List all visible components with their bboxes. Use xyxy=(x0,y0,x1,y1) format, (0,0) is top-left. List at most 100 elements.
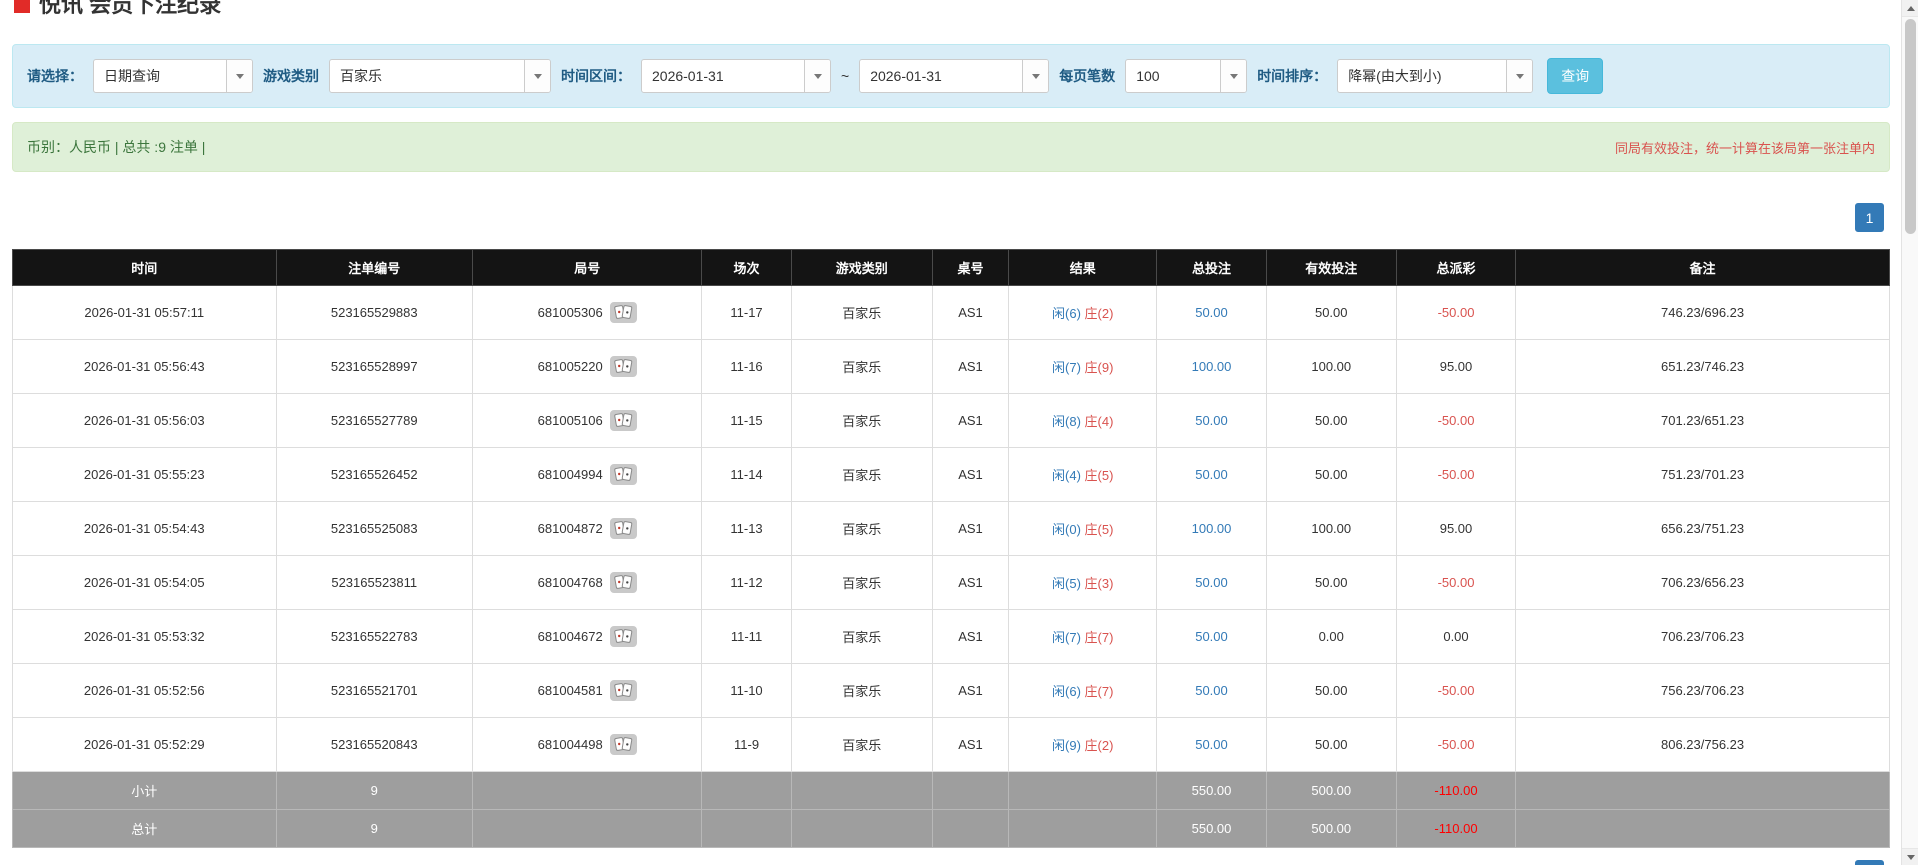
cell-table-no: AS1 xyxy=(931,285,1010,340)
cell-result: 闲(9) 庄(2) xyxy=(1008,717,1158,772)
cell-total-bet[interactable]: 50.00 xyxy=(1156,285,1267,340)
pagination-page-1[interactable]: 1 xyxy=(1855,860,1884,865)
cell-valid-bet: 0.00 xyxy=(1265,609,1397,664)
query-type-value: 日期查询 xyxy=(104,68,160,84)
cell-bet-id: 523165523811 xyxy=(275,555,473,610)
table-row: 2026-01-31 05:55:23 523165526452 681004994… xyxy=(12,447,1890,502)
cell-payout: -50.00 xyxy=(1395,447,1517,502)
result-banker: 庄(5) xyxy=(1084,468,1114,483)
chevron-down-icon xyxy=(1506,60,1533,92)
query-type-label: 请选择： xyxy=(27,68,83,84)
cell-total-bet[interactable]: 100.00 xyxy=(1156,501,1267,556)
footer-cell: 500.00 xyxy=(1265,809,1397,848)
cell-session: 11-16 xyxy=(701,339,792,394)
cell-total-bet[interactable]: 50.00 xyxy=(1156,393,1267,448)
round-number: 681005306 xyxy=(537,305,603,320)
cell-valid-bet: 50.00 xyxy=(1265,447,1397,502)
chevron-down-icon xyxy=(804,60,830,92)
game-type-value: 百家乐 xyxy=(340,68,382,84)
column-header-total-bet: 总投注 xyxy=(1156,249,1267,286)
date-to-select[interactable]: 2026-01-31 xyxy=(859,59,1050,93)
column-header-note: 备注 xyxy=(1515,249,1890,286)
cell-table-no: AS1 xyxy=(931,609,1010,664)
cell-total-bet[interactable]: 100.00 xyxy=(1156,339,1267,394)
summary-notice: 同局有效投注，统一计算在该局第一张注单内 xyxy=(1614,140,1875,156)
footer-cell: 500.00 xyxy=(1265,771,1397,810)
cell-total-bet[interactable]: 50.00 xyxy=(1156,609,1267,664)
time-sort-select[interactable]: 降幂(由大到小) xyxy=(1337,59,1534,93)
cards-graphic xyxy=(613,305,632,319)
bet-table-body: 2026-01-31 05:57:11 523165529883 681005306… xyxy=(12,285,1890,772)
column-header-time: 时间 xyxy=(12,249,277,286)
cell-note: 651.23/746.23 xyxy=(1515,339,1890,394)
cell-payout: 95.00 xyxy=(1395,339,1517,394)
column-header-payout: 总派彩 xyxy=(1395,249,1517,286)
game-type-select[interactable]: 百家乐 xyxy=(329,59,551,93)
cell-time: 2026-01-31 05:56:03 xyxy=(12,393,277,448)
table-row: 2026-01-31 05:54:05 523165523811 681004768… xyxy=(12,555,1890,610)
cell-total-bet[interactable]: 50.00 xyxy=(1156,717,1267,772)
cell-table-no: AS1 xyxy=(931,555,1010,610)
summary-bar: 币别：人民币 | 总共 :9 注单 | 同局有效投注，统一计算在该局第一张注单内 xyxy=(12,122,1890,172)
view-cards-icon[interactable] xyxy=(609,734,637,755)
footer-cell xyxy=(701,771,792,810)
cell-total-bet[interactable]: 50.00 xyxy=(1156,555,1267,610)
scrollbar-thumb[interactable] xyxy=(1905,19,1916,234)
footer-cell xyxy=(790,771,933,810)
cell-result: 闲(8) 庄(4) xyxy=(1008,393,1158,448)
cell-game-type: 百家乐 xyxy=(790,717,933,772)
cell-round-id: 681004498 xyxy=(471,717,703,772)
query-type-select[interactable]: 日期查询 xyxy=(93,59,253,93)
cell-payout: -50.00 xyxy=(1395,555,1517,610)
cell-session: 11-13 xyxy=(701,501,792,556)
view-cards-icon[interactable] xyxy=(609,356,637,377)
round-number: 681004768 xyxy=(537,575,603,590)
cell-total-bet[interactable]: 50.00 xyxy=(1156,447,1267,502)
result-banker: 庄(7) xyxy=(1084,684,1114,699)
page-size-label: 每页笔数 xyxy=(1059,68,1116,84)
table-row: 2026-01-31 05:54:43 523165525083 681004872… xyxy=(12,501,1890,556)
cell-payout: -50.00 xyxy=(1395,663,1517,718)
cell-total-bet[interactable]: 50.00 xyxy=(1156,663,1267,718)
vertical-scrollbar[interactable] xyxy=(1901,0,1918,865)
cards-graphic xyxy=(613,467,632,481)
view-cards-icon[interactable] xyxy=(609,410,637,431)
view-cards-icon[interactable] xyxy=(609,518,637,539)
cell-round-id: 681005106 xyxy=(471,393,703,448)
pagination-page-1[interactable]: 1 xyxy=(1855,203,1884,232)
column-header-game-type: 游戏类别 xyxy=(790,249,933,286)
table-row: 2026-01-31 05:56:43 523165528997 681005220… xyxy=(12,339,1890,394)
column-header-bet-id: 注单编号 xyxy=(275,249,473,286)
cell-note: 656.23/751.23 xyxy=(1515,501,1890,556)
cell-time: 2026-01-31 05:57:11 xyxy=(12,285,277,340)
view-cards-icon[interactable] xyxy=(609,680,637,701)
cell-session: 11-11 xyxy=(701,609,792,664)
cell-round-id: 681005306 xyxy=(471,285,703,340)
scroll-up-icon[interactable] xyxy=(1902,0,1918,17)
footer-cell: 9 xyxy=(275,771,473,810)
view-cards-icon[interactable] xyxy=(609,464,637,485)
cell-table-no: AS1 xyxy=(931,339,1010,394)
cell-valid-bet: 100.00 xyxy=(1265,501,1397,556)
cell-game-type: 百家乐 xyxy=(790,393,933,448)
scroll-down-icon[interactable] xyxy=(1902,848,1918,865)
date-from-select[interactable]: 2026-01-31 xyxy=(641,59,831,93)
cell-valid-bet: 100.00 xyxy=(1265,339,1397,394)
search-button[interactable]: 查询 xyxy=(1547,58,1604,94)
result-player: 闲(7) xyxy=(1052,360,1081,375)
cell-game-type: 百家乐 xyxy=(790,447,933,502)
result-banker: 庄(5) xyxy=(1084,522,1114,537)
view-cards-icon[interactable] xyxy=(609,572,637,593)
page-size-value: 100 xyxy=(1136,68,1160,84)
cell-session: 11-14 xyxy=(701,447,792,502)
time-sort-value: 降幂(由大到小) xyxy=(1348,68,1442,84)
cell-session: 11-15 xyxy=(701,393,792,448)
page-size-select[interactable]: 100 xyxy=(1125,59,1248,93)
view-cards-icon[interactable] xyxy=(609,626,637,647)
table-row: 2026-01-31 05:57:11 523165529883 681005306… xyxy=(12,285,1890,340)
cell-round-id: 681004768 xyxy=(471,555,703,610)
round-number: 681004994 xyxy=(537,467,603,482)
view-cards-icon[interactable] xyxy=(609,302,637,323)
result-banker: 庄(7) xyxy=(1084,630,1114,645)
cell-time: 2026-01-31 05:54:43 xyxy=(12,501,277,556)
